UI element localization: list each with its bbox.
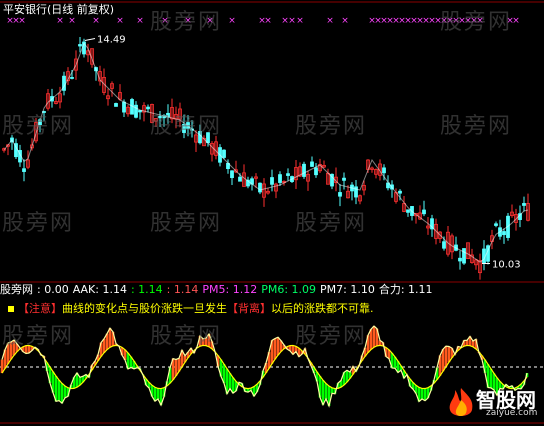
candle-body (310, 161, 314, 167)
candle-body (302, 163, 306, 177)
chart-canvas: ××× × × × × × × × × × ×× × × × × × ××××××××××××××××××× ××… (0, 1, 544, 424)
watermark: 股旁网 (440, 10, 513, 35)
signal-mark: × (341, 16, 349, 26)
candle-body (230, 170, 234, 179)
signal-mark: × (288, 16, 296, 26)
flame-icon (449, 388, 473, 416)
signal-mark: × (56, 16, 64, 26)
note-bracket-left: 【注意】 (18, 302, 62, 315)
candle-body (382, 167, 386, 174)
signal-mark: × (92, 16, 100, 26)
candle-body (122, 101, 126, 113)
candle-body (502, 231, 506, 236)
signal-mark: × (68, 16, 76, 26)
candle-body (494, 223, 498, 226)
candle-body (70, 77, 74, 79)
candle-body (314, 167, 318, 176)
signal-mark: × (228, 16, 236, 26)
watermark: 股旁网 (2, 324, 75, 349)
signal-mark: × (326, 16, 334, 26)
watermark: 股旁网 (150, 324, 223, 349)
signal-mark: × (136, 16, 144, 26)
candle-body (258, 182, 262, 193)
candle-body (442, 241, 446, 249)
watermark: 股旁网 (295, 324, 368, 349)
indicator-pm7: PM7: 1.10 (320, 283, 375, 296)
watermark: 股旁网 (440, 114, 513, 139)
candle-body (462, 248, 466, 264)
candle-body (238, 176, 242, 182)
indicator-v1: : 1.14 (130, 283, 163, 296)
watermark: 股旁网 (150, 211, 223, 236)
chart-title: 平安银行(日线 前复权) (3, 3, 115, 16)
watermark: 股旁网 (295, 211, 368, 236)
signal-mark: × (18, 16, 26, 26)
low-price-label: 10.03 (492, 260, 521, 271)
watermark: 股旁网 (2, 211, 75, 236)
moving-average-line (3, 42, 529, 263)
candle-body (458, 257, 462, 262)
candle-body (78, 44, 82, 47)
note-text-2: 以后的涨跌都不可靠. (271, 302, 374, 315)
watermark: 股旁网 (2, 114, 75, 139)
site-logo: 智股网 zaiyue.com (446, 384, 538, 422)
candle-body (522, 203, 526, 206)
indicator-name: 股旁网 (0, 283, 33, 296)
candle-body (398, 190, 402, 194)
indicator-heli: 合力: 1.11 (378, 283, 433, 296)
note-bracket-right: 【背离】 (227, 302, 271, 315)
indicator-note: 【注意】曲线的变化点与股价涨跌一旦发生【背离】以后的涨跌都不可靠. (8, 302, 374, 315)
indicator-bar: 股旁网: 0.00 AAK: 1.14: 1.14: 1.14 PM5: 1.12 P… (0, 283, 437, 296)
high-price-label: 14.49 (97, 35, 126, 46)
high-pointer (84, 38, 96, 41)
candle-body (222, 149, 226, 158)
watermark: 股旁网 (295, 114, 368, 139)
logo-url: zaiyue.com (486, 408, 538, 418)
candle-body (278, 174, 282, 183)
candle-body (406, 209, 410, 213)
indicator-pm6: PM6: 1.09 (261, 283, 317, 296)
indicator-pm5: PM5: 1.12 (202, 283, 258, 296)
indicator-aak: AAK: 1.14 (72, 283, 127, 296)
indicator-v2: : 1.14 (166, 283, 199, 296)
indicator-v0: : 0.00 (37, 283, 69, 296)
candle-body (270, 177, 274, 185)
signal-mark: × (512, 16, 520, 26)
watermark: 股旁网 (150, 10, 223, 35)
signal-mark: × (296, 16, 304, 26)
candle-body (422, 209, 426, 215)
candle-body (338, 192, 342, 197)
signal-mark: × (116, 16, 124, 26)
watermark: 股旁网 (150, 114, 223, 139)
signal-mark: × (264, 16, 272, 26)
candle-body (286, 173, 290, 176)
candle-body (22, 168, 26, 172)
candle-body (114, 103, 118, 107)
note-text-1: 曲线的变化点与股价涨跌一旦发生 (62, 302, 227, 315)
note-bullet-icon (8, 306, 14, 312)
candle-body (342, 177, 346, 181)
